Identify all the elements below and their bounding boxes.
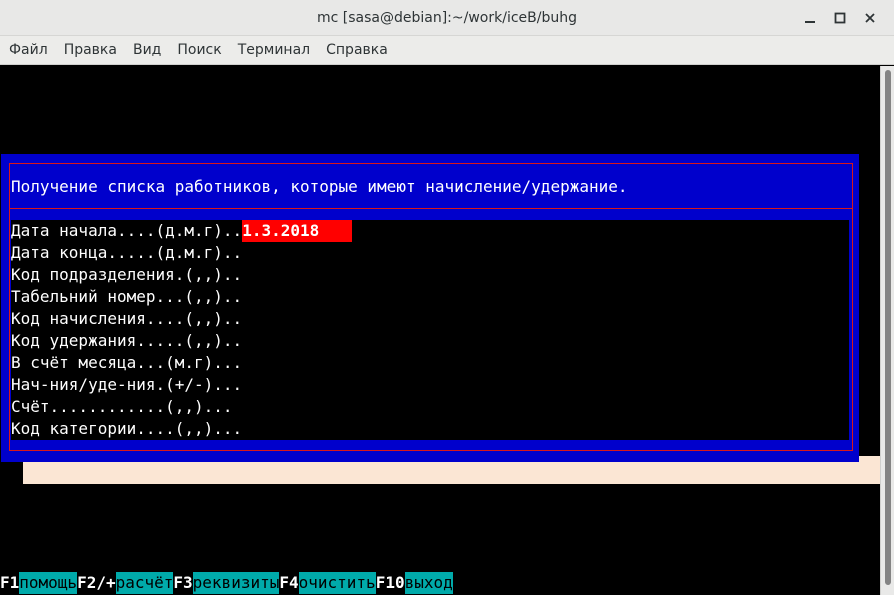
field-label: Дата конца.....(д.м.г).. [11,243,243,262]
field-label: Счёт............(,,)... [11,397,233,416]
function-key-bar: F1 помощь F2/+ расчёт F3 реквизиты F4 очистить F… [0,572,453,594]
dialog-title: Получение списка работников, которые име… [11,177,628,196]
terminal-area[interactable]: Получение списка работников, которые име… [0,66,880,595]
field-label: Код удержания.....(,,).. [11,331,243,350]
field-label: Дата начала....(д.м.г).. [11,221,243,240]
menu-view[interactable]: Вид [125,42,169,58]
field-label: Нач-ния/уде-ния.(+/-)... [11,375,243,394]
window-titlebar: mc [sasa@debian]:~/work/iceB/buhg [0,0,894,36]
close-icon [865,13,875,23]
menu-search[interactable]: Поиск [169,42,229,58]
field-label: Код категории....(,,)... [11,419,243,438]
fkey-f3-label[interactable]: реквизиты [192,572,280,594]
fkey-f1-label[interactable]: помощь [19,572,78,594]
minimize-button[interactable] [800,8,820,28]
menu-help[interactable]: Справка [318,42,396,58]
dialog: Получение списка работников, которые име… [1,154,859,462]
menubar: Файл Правка Вид Поиск Терминал Справка [0,36,894,65]
fkey-f1-key[interactable]: F1 [0,572,20,594]
field-row-employee-number[interactable]: Табельний номер...(,,).. [11,286,242,308]
menu-file[interactable]: Файл [1,42,56,58]
fkey-f10-label[interactable]: выход [404,572,453,594]
field-row-end-date[interactable]: Дата конца.....(д.м.г).. [11,242,242,264]
maximize-icon [834,12,846,24]
field-row-deduction-code[interactable]: Код удержания.....(,,).. [11,330,242,352]
field-label: Код начисления....(,,).. [11,309,243,328]
field-list: Дата начала....(д.м.г).. 1.3.2018 Дата ко… [11,220,849,440]
start-date-input[interactable]: 1.3.2018 [242,220,353,242]
menu-terminal[interactable]: Терминал [230,42,318,58]
dialog-separator [9,208,853,209]
fkey-f3-key[interactable]: F3 [173,572,193,594]
close-button[interactable] [860,8,880,28]
field-row-month[interactable]: В счёт месяца...(м.г)... [11,352,242,374]
field-row-category[interactable]: Код категории....(,,)... [11,418,242,440]
field-row-accrual-code[interactable]: Код начисления....(,,).. [11,308,242,330]
menu-edit[interactable]: Правка [56,42,125,58]
fkey-f4-label[interactable]: очистить [298,572,376,594]
fkey-f2-label[interactable]: расчёт [115,572,174,594]
window-title: mc [sasa@debian]:~/work/iceB/buhg [317,9,577,26]
field-row-sign[interactable]: Нач-ния/уде-ния.(+/-)... [11,374,242,396]
field-label: Код подразделения.(,,).. [11,265,243,284]
fkey-f4-key[interactable]: F4 [279,572,299,594]
field-row-account[interactable]: Счёт............(,,)... [11,396,233,418]
fkey-f2-key[interactable]: F2/+ [77,572,116,594]
fkey-f10-key[interactable]: F10 [375,572,405,594]
field-row-department[interactable]: Код подразделения.(,,).. [11,264,242,286]
field-row-start-date[interactable]: Дата начала....(д.м.г).. 1.3.2018 [11,220,353,242]
minimize-icon [805,21,815,23]
field-label: Табельний номер...(,,).. [11,287,243,306]
scrollbar-thumb[interactable] [885,70,891,585]
maximize-button[interactable] [830,8,850,28]
terminal-scrollbar[interactable] [880,66,894,595]
field-label: В счёт месяца...(м.г)... [11,353,243,372]
window-controls [800,8,880,28]
